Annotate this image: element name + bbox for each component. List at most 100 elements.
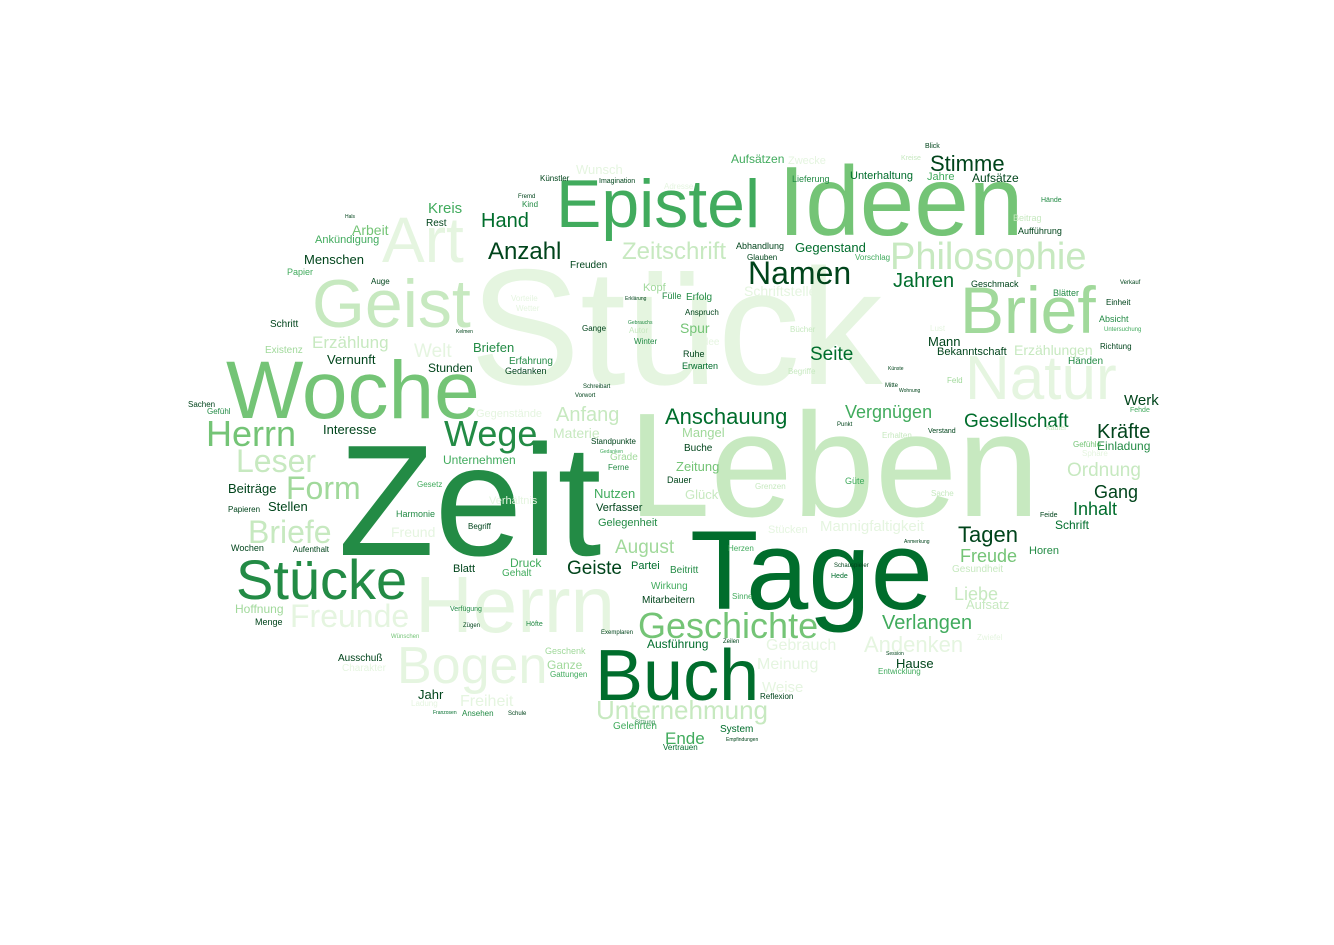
- word-sinne: Sinne: [732, 592, 753, 601]
- word-beitritt: Beitritt: [670, 565, 699, 576]
- word-begriffe: Begriffe: [788, 367, 816, 376]
- word-ausfuhrung: Ausführung: [647, 637, 709, 651]
- word-wohnung: Wohnung: [899, 388, 921, 394]
- word-briefen: Briefen: [473, 340, 515, 355]
- word-geist: Geist: [312, 266, 471, 342]
- word-gedanken: Gedanken: [600, 449, 624, 455]
- word-hand: Hand: [481, 210, 529, 232]
- word-bucher: Bücher: [790, 325, 816, 334]
- word-gang: Gang: [1094, 482, 1139, 502]
- word-schreibart: Schreibart: [583, 384, 611, 390]
- word-vorteile: Vorteile: [511, 294, 538, 303]
- word-mitarbeitern: Mitarbeitern: [642, 595, 695, 606]
- word-sitzung: Sitzung: [635, 720, 656, 726]
- word-blatter: Blätter: [1053, 288, 1080, 298]
- word-stellen: Stellen: [268, 499, 308, 514]
- word-richtung: Richtung: [1100, 342, 1132, 351]
- word-punkt: Punkt: [837, 422, 853, 428]
- word-system: System: [720, 724, 754, 735]
- word-schrift: Schrift: [1055, 518, 1090, 532]
- word-lust: Lust: [930, 324, 946, 333]
- word-kelmen: Kelmen: [456, 329, 473, 335]
- word-exemplaren: Exemplaren: [601, 630, 634, 636]
- word-seite: Seite: [810, 344, 854, 365]
- word-menschen: Menschen: [304, 252, 364, 267]
- word-erhalten: Erhalten: [882, 431, 912, 440]
- word-herzen: Herzen: [728, 544, 754, 553]
- word-fehde: Fehde: [1130, 407, 1150, 414]
- word-schule: Schule: [508, 711, 527, 717]
- word-geschmack: Geschmack: [971, 279, 1019, 289]
- word-kreis: Kreis: [428, 200, 463, 217]
- word-hede: Hede: [831, 573, 848, 580]
- word-erwarten: Erwarten: [682, 361, 719, 371]
- word-bekanntschaft: Bekanntschaft: [937, 346, 1007, 358]
- word-mitte: Mitte: [885, 383, 899, 389]
- word-papieren: Papieren: [228, 505, 261, 514]
- word-cloud: Stück Leben Zeit Tage Ideen Woche Herrn Brief Ge…: [0, 0, 1334, 945]
- word-spur: Spur: [680, 320, 710, 336]
- word-gefuhle: Gefühle: [1073, 440, 1102, 449]
- word-sache: Sache: [931, 489, 954, 498]
- word-vorwort: Vorwort: [575, 393, 596, 399]
- word-einheit: Einheit: [1106, 298, 1131, 307]
- word-verstand: Verstand: [928, 428, 956, 435]
- word-gange: Gange: [582, 324, 607, 333]
- word-ordnung: Ordnung: [1067, 460, 1141, 481]
- word-anspruch: Anspruch: [685, 308, 719, 317]
- word-adresse: Adresse: [664, 182, 694, 191]
- word-session: Session: [886, 651, 904, 657]
- word-aufsatz: Aufsatz: [966, 597, 1010, 612]
- word-august: August: [615, 537, 675, 558]
- word-dauer: Dauer: [667, 475, 692, 485]
- word-wochen: Wochen: [231, 543, 264, 553]
- word-jahre: Jahre: [927, 171, 955, 183]
- word-erklarung: Erklärung: [625, 296, 647, 302]
- word-zeitung: Zeitung: [676, 459, 720, 474]
- word-verfasser: Verfasser: [596, 502, 643, 514]
- word-freuden: Freuden: [570, 260, 608, 271]
- word-reflexion: Reflexion: [760, 692, 794, 701]
- word-partei: Partei: [631, 560, 660, 572]
- word-wirkung: Wirkung: [651, 581, 688, 592]
- word-kind: Kind: [522, 200, 539, 209]
- word-vergnugen: Vergnügen: [845, 402, 933, 422]
- word-blick: Blick: [925, 143, 940, 150]
- word-unterhaltung: Unterhaltung: [850, 170, 913, 182]
- word-charakter: Charakter: [342, 663, 386, 674]
- word-wege: Wege: [444, 413, 538, 454]
- word-sphare: Sphäre: [1082, 449, 1108, 458]
- word-geiste: Geiste: [567, 558, 622, 579]
- word-ruhe: Ruhe: [683, 349, 705, 359]
- word-werk: Werk: [1124, 392, 1159, 409]
- word-kreise: Kreise: [901, 155, 921, 162]
- word-wunschen: Wünschen: [391, 634, 420, 640]
- word-freunde: Freunde: [290, 598, 410, 634]
- word-gelegenheit: Gelegenheit: [598, 517, 658, 529]
- word-vernunft: Vernunft: [327, 352, 376, 367]
- word-unternehmung: Unternehmung: [596, 695, 768, 725]
- word-anmerkung: Anmerkung: [904, 539, 930, 545]
- word-zugen: Zügen: [463, 623, 481, 629]
- word-gesundheit: Gesundheit: [952, 564, 1004, 575]
- word-feide: Feide: [1040, 512, 1058, 519]
- word-welt: Welt: [414, 341, 452, 362]
- word-kunstler: Künstler: [540, 174, 570, 183]
- word-menge: Menge: [255, 617, 283, 627]
- word-gebrauchs: Gebrauchs: [628, 320, 653, 326]
- word-mangel: Mangel: [682, 425, 725, 440]
- word-hofte: Höfte: [526, 621, 543, 628]
- word-gluck: Glück: [685, 487, 719, 502]
- word-leser: Leser: [236, 443, 317, 479]
- word-winter: Winter: [634, 337, 658, 346]
- word-lieferung: Lieferung: [792, 174, 830, 184]
- word-ansehen: Ansehen: [462, 709, 494, 718]
- word-wetter: Wetter: [516, 304, 540, 313]
- word-hoffnung: Hoffnung: [235, 602, 284, 616]
- word-epistel: Epistel: [556, 166, 761, 242]
- word-zwecke: Zwecke: [788, 155, 826, 167]
- word-mannigfaltigkeit: Mannigfaltigkeit: [820, 518, 925, 535]
- word-ankundigung: Ankündigung: [315, 234, 380, 246]
- word-freund: Freund: [391, 524, 436, 540]
- word-hals: Hals: [345, 214, 356, 220]
